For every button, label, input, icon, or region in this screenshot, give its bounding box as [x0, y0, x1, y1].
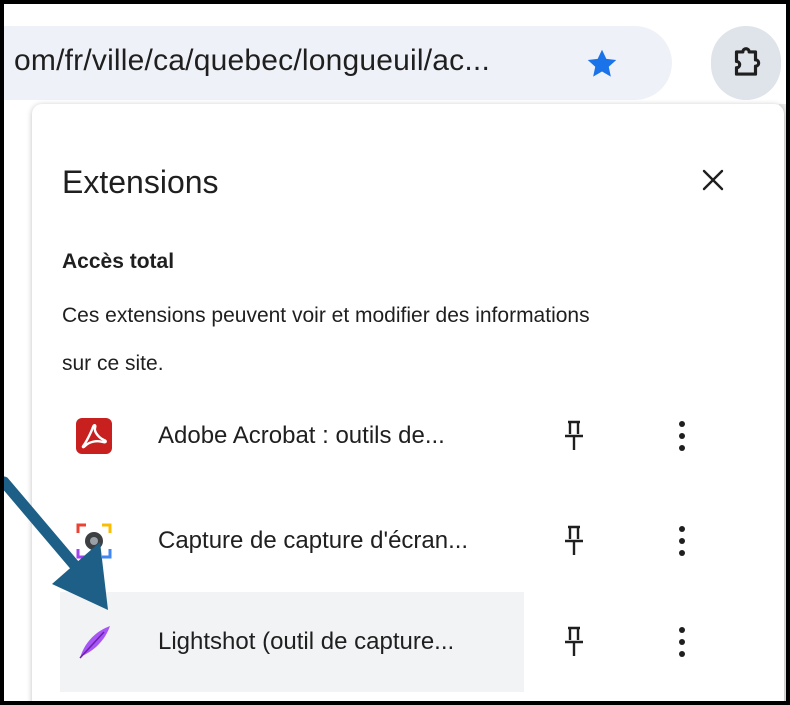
address-bar[interactable]: om/fr/ville/ca/quebec/longueuil/ac...: [4, 26, 672, 100]
close-button[interactable]: [692, 159, 734, 201]
extension-name: Capture de capture d'écran...: [158, 527, 469, 554]
star-icon[interactable]: [584, 46, 620, 82]
screenshot-frame: om/fr/ville/ca/quebec/longueuil/ac... Ex…: [0, 0, 790, 705]
pin-icon: [565, 420, 583, 450]
pin-button-screen-capture[interactable]: [557, 521, 591, 561]
pin-button-lightshot[interactable]: [557, 622, 591, 662]
more-vert-icon: [679, 627, 685, 657]
extensions-popup: Extensions Accès total Ces extensions pe…: [32, 104, 784, 701]
url-text[interactable]: om/fr/ville/ca/quebec/longueuil/ac...: [14, 44, 490, 78]
annotation-arrow: [4, 476, 108, 610]
more-menu-lightshot[interactable]: [667, 622, 697, 662]
feather-icon: [79, 626, 110, 659]
more-vert-icon: [679, 421, 685, 451]
extension-name: Adobe Acrobat : outils de...: [158, 422, 445, 449]
puzzle-icon: [734, 47, 761, 76]
pin-button-adobe-acrobat[interactable]: [557, 416, 591, 456]
extensions-button[interactable]: [711, 26, 781, 100]
pin-icon: [565, 626, 583, 656]
more-vert-icon: [679, 526, 685, 556]
extension-name: Lightshot (outil de capture...: [158, 628, 455, 655]
popup-title: Extensions: [62, 164, 219, 200]
section-heading: Accès total: [62, 250, 175, 273]
browser-toolbar: om/fr/ville/ca/quebec/longueuil/ac...: [4, 4, 786, 104]
pin-icon: [565, 525, 583, 555]
more-menu-screen-capture[interactable]: [667, 521, 697, 561]
extension-row-adobe-acrobat[interactable]: Adobe Acrobat : outils de...: [60, 386, 524, 486]
more-menu-adobe-acrobat[interactable]: [667, 416, 697, 456]
close-icon: [702, 169, 724, 191]
acrobat-icon: [76, 418, 112, 454]
section-description: Ces extensions peuvent voir et modifier …: [62, 304, 590, 375]
